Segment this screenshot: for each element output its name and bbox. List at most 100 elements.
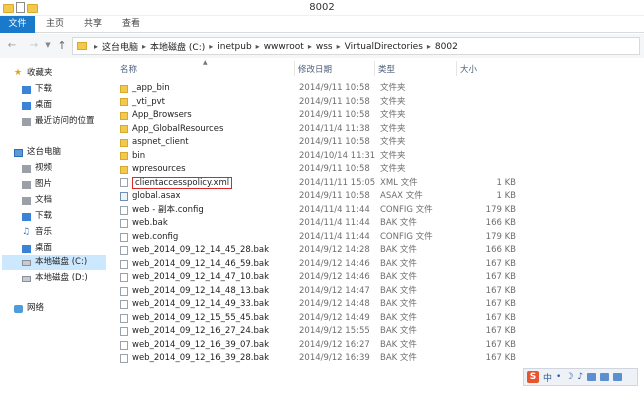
toolbox-icon[interactable] <box>613 373 623 381</box>
column-divider[interactable] <box>456 61 457 76</box>
file-name-cell[interactable]: _vti_pvt <box>120 96 290 109</box>
address-bar[interactable]: ▸ 这台电脑 ▸ 本地磁盘 (C:) ▸ inetpub ▸ wwwroot ▸… <box>72 37 640 55</box>
file-name-cell[interactable]: web.config <box>120 231 290 244</box>
tab-share[interactable]: 共享 <box>82 16 104 33</box>
file-name-cell[interactable]: App_GlobalResources <box>120 123 290 136</box>
crumb-virtualdirectories[interactable]: VirtualDirectories <box>342 42 426 52</box>
file-icon <box>120 327 128 336</box>
nav-item-pictures[interactable]: 图片 <box>22 177 52 192</box>
file-row[interactable]: _vti_pvt 2014/9/11 10:58 文件夹 <box>116 96 513 109</box>
file-row[interactable]: bin 2014/10/14 11:31 文件夹 <box>116 150 513 163</box>
file-row[interactable]: web - 副本.config 2014/11/4 11:44 CONFIG 文件 1… <box>116 204 516 217</box>
recent-locations-chevron-icon[interactable]: ▼ <box>44 39 52 53</box>
column-divider[interactable] <box>374 61 375 76</box>
tab-file[interactable]: 文件 <box>0 16 35 33</box>
keyboard-icon[interactable] <box>587 373 597 381</box>
file-name-cell[interactable]: web_2014_09_12_16_39_28.bak <box>120 352 290 365</box>
file-name-cell[interactable]: wpresources <box>120 163 290 176</box>
file-row[interactable]: clientaccesspolicy.xml 2014/11/11 15:05 XM… <box>116 176 516 190</box>
file-name-cell[interactable]: _app_bin <box>120 82 290 95</box>
crumb-inetpub[interactable]: inetpub <box>214 42 254 52</box>
column-type[interactable]: 类型 <box>378 63 395 75</box>
file-name-cell[interactable]: web_2014_09_12_14_48_13.bak <box>120 285 290 298</box>
file-name-cell[interactable]: web.bak <box>120 217 290 230</box>
file-row[interactable]: web_2014_09_12_14_47_10.bak 2014/9/12 14:… <box>116 271 516 284</box>
file-name-cell[interactable]: bin <box>120 150 290 163</box>
file-row[interactable]: web_2014_09_12_14_46_59.bak 2014/9/12 14:… <box>116 258 516 271</box>
forward-button[interactable]: → <box>27 39 41 53</box>
file-row[interactable]: web_2014_09_12_16_39_28.bak 2014/9/12 16:… <box>116 352 516 365</box>
file-name-cell[interactable]: web_2014_09_12_16_39_07.bak <box>120 339 290 352</box>
crumb-8002[interactable]: 8002 <box>432 42 461 52</box>
crumb-local-disk-c[interactable]: 本地磁盘 (C:) <box>147 40 208 53</box>
file-row[interactable]: web_2014_09_12_14_48_13.bak 2014/9/12 14:… <box>116 285 516 298</box>
nav-item-desktop[interactable]: 桌面 <box>22 98 52 113</box>
file-name-cell[interactable]: clientaccesspolicy.xml <box>120 176 290 189</box>
navigation-pane: ★ 收藏夹 下载 桌面 最近访问的位置 这台电脑 视频 图片 文档 下载 ♫ 音… <box>0 59 108 394</box>
nav-item-videos[interactable]: 视频 <box>22 161 52 176</box>
file-row[interactable]: _app_bin 2014/9/11 10:58 文件夹 <box>116 82 513 95</box>
column-divider[interactable] <box>294 61 295 76</box>
nav-item-local-disk-c[interactable]: 本地磁盘 (C:) <box>2 255 106 270</box>
file-row[interactable]: wpresources 2014/9/11 10:58 文件夹 <box>116 163 513 176</box>
ime-mode-label[interactable]: 中 <box>543 371 552 384</box>
nav-item-documents[interactable]: 文档 <box>22 193 52 208</box>
file-date: 2014/9/12 15:55 <box>299 326 370 336</box>
back-button[interactable]: ← <box>5 39 19 53</box>
nav-item-music[interactable]: ♫ 音乐 <box>22 225 52 240</box>
file-row[interactable]: web.config 2014/11/4 11:44 CONFIG 文件 179 KB <box>116 231 516 244</box>
file-name-cell[interactable]: web_2014_09_12_14_46_59.bak <box>120 258 290 271</box>
nav-item-recent-places[interactable]: 最近访问的位置 <box>22 114 95 129</box>
column-size[interactable]: 大小 <box>460 63 477 75</box>
file-type: BAK 文件 <box>380 218 417 228</box>
file-row[interactable]: web_2014_09_12_15_55_45.bak 2014/9/12 14:… <box>116 312 516 325</box>
file-icon <box>120 286 128 296</box>
nav-item-desktop-pc[interactable]: 桌面 <box>22 241 52 256</box>
nav-item-downloads[interactable]: 下载 <box>22 82 52 97</box>
file-name-cell[interactable]: App_Browsers <box>120 109 290 122</box>
crumb-wss[interactable]: wss <box>313 42 336 52</box>
punctuation-icon[interactable]: • <box>556 372 561 382</box>
file-name-cell[interactable]: aspnet_client <box>120 136 290 149</box>
file-row[interactable]: App_Browsers 2014/9/11 10:58 文件夹 <box>116 109 513 122</box>
file-date: 2014/9/11 10:58 <box>299 96 370 107</box>
file-row[interactable]: web_2014_09_12_16_27_24.bak 2014/9/12 15:… <box>116 325 516 338</box>
file-row[interactable]: global.asax 2014/9/11 10:58 ASAX 文件 1 KB <box>116 190 516 203</box>
file-name-cell[interactable]: global.asax <box>120 190 290 203</box>
file-row[interactable]: web_2014_09_12_14_49_33.bak 2014/9/12 14:… <box>116 298 516 311</box>
crumb-wwwroot[interactable]: wwwroot <box>261 42 307 52</box>
drive-icon <box>22 259 31 266</box>
file-date: 2014/9/11 10:58 <box>299 137 370 147</box>
file-row[interactable]: aspnet_client 2014/9/11 10:58 文件夹 <box>116 136 513 149</box>
nav-network[interactable]: 网络 <box>14 301 44 316</box>
file-name: bin <box>132 150 146 161</box>
crumb-this-pc[interactable]: 这台电脑 <box>99 40 141 53</box>
nav-this-pc[interactable]: 这台电脑 <box>14 145 61 160</box>
file-name-cell[interactable]: web - 副本.config <box>120 204 290 217</box>
file-name-cell[interactable]: web_2014_09_12_16_27_24.bak <box>120 325 290 338</box>
voice-icon[interactable]: ♪ <box>577 372 583 382</box>
file-size: 167 KB <box>485 299 516 309</box>
file-name-cell[interactable]: web_2014_09_12_14_45_28.bak <box>120 244 290 257</box>
file-row[interactable]: web_2014_09_12_14_45_28.bak 2014/9/12 14:… <box>116 244 516 257</box>
ime-toolbar[interactable]: S 中 • ☽ ♪ <box>523 368 638 386</box>
tab-home[interactable]: 主页 <box>44 16 66 33</box>
up-button[interactable]: ↑ <box>55 39 69 53</box>
nav-item-downloads-pc[interactable]: 下载 <box>22 209 52 224</box>
half-width-moon-icon[interactable]: ☽ <box>565 372 573 382</box>
file-date: 2014/11/4 11:38 <box>299 123 370 134</box>
file-row[interactable]: web_2014_09_12_16_39_07.bak 2014/9/12 16:… <box>116 339 516 352</box>
sogou-logo-icon[interactable]: S <box>527 371 539 383</box>
nav-item-local-disk-d[interactable]: 本地磁盘 (D:) <box>22 271 88 286</box>
skin-icon[interactable] <box>600 373 610 381</box>
column-date[interactable]: 修改日期 <box>298 63 332 75</box>
tab-view[interactable]: 查看 <box>120 16 142 33</box>
file-name-cell[interactable]: web_2014_09_12_15_55_45.bak <box>120 312 290 325</box>
file-row[interactable]: web.bak 2014/11/4 11:44 BAK 文件 166 KB <box>116 217 516 230</box>
nav-favorites[interactable]: ★ 收藏夹 <box>14 66 53 81</box>
file-size: 166 KB <box>485 245 516 255</box>
file-row[interactable]: App_GlobalResources 2014/11/4 11:38 文件夹 <box>116 123 513 136</box>
file-name-cell[interactable]: web_2014_09_12_14_49_33.bak <box>120 298 290 311</box>
column-name[interactable]: 名称 <box>120 63 137 75</box>
file-name-cell[interactable]: web_2014_09_12_14_47_10.bak <box>120 271 290 284</box>
